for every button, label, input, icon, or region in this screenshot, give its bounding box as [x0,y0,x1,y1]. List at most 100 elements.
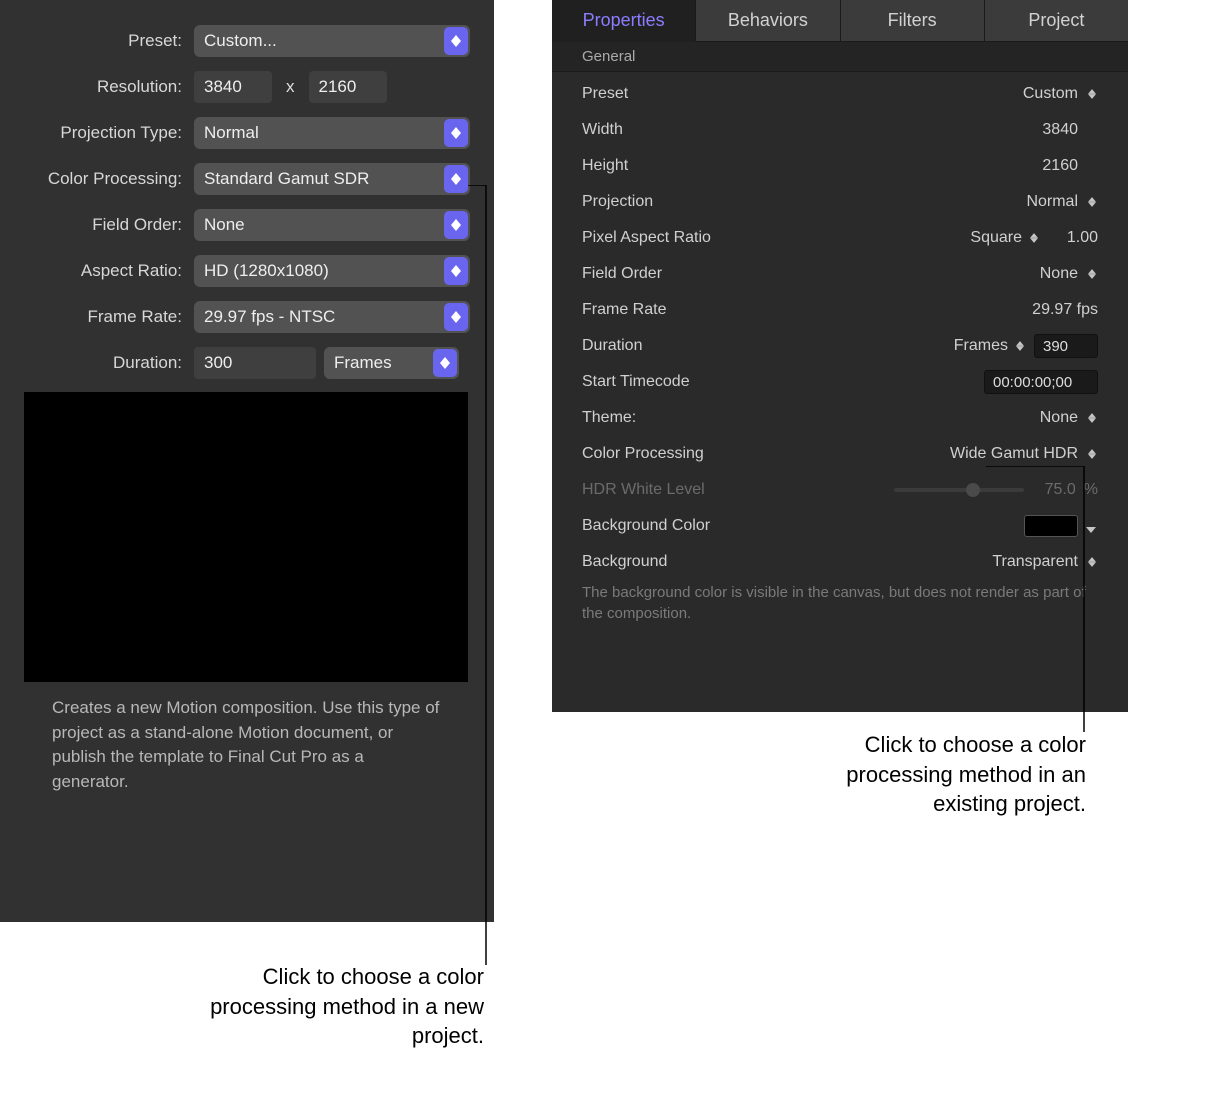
stepper-arrows-icon [444,211,468,239]
color-processing-popup[interactable]: Wide Gamut HDR [950,445,1098,463]
prop-value-text: Transparent [992,553,1078,571]
projection-type-value: Normal [204,123,259,143]
prop-label: Background [582,553,992,571]
prop-value-text: Normal [1026,193,1078,211]
width-value[interactable]: 3840 [1034,121,1078,139]
new-project-panel: Preset: Custom... Resolution: x Projecti… [0,0,494,922]
tab-behaviors[interactable]: Behaviors [696,0,840,42]
resolution-width-input[interactable] [194,71,272,103]
duration-unit-select[interactable]: Frames [324,347,459,379]
start-timecode-input[interactable] [984,370,1098,394]
prop-value-text: Custom [1023,85,1078,103]
duration-unit-value: Frames [334,353,392,373]
stepper-arrows-icon [1086,194,1098,210]
inspector-panel: Properties Behaviors Filters Project Gen… [552,0,1128,712]
aspect-ratio-label: Aspect Ratio: [24,261,194,281]
stepper-arrows-icon [1086,266,1098,282]
prop-value-text: None [1034,409,1078,427]
background-popup[interactable]: Transparent [992,553,1098,571]
prop-row-hdr-white-level: HDR White Level 75.0 % [552,472,1128,508]
section-header-general[interactable]: General [552,42,1128,72]
inspector-tab-bar: Properties Behaviors Filters Project [552,0,1128,42]
field-order-popup[interactable]: None [1034,265,1098,283]
aspect-ratio-select[interactable]: HD (1280x1080) [194,255,470,287]
aspect-ratio-value: HD (1280x1080) [204,261,329,281]
stepper-arrows-icon [1086,446,1098,462]
preset-label: Preset: [24,31,194,51]
prop-row-projection: Projection Normal [552,184,1128,220]
duration-value-input[interactable] [1034,334,1098,358]
stepper-arrows-icon [1086,410,1098,426]
stepper-arrows-icon [444,303,468,331]
color-processing-select[interactable]: Standard Gamut SDR [194,163,470,195]
prop-row-start-timecode: Start Timecode [552,364,1128,400]
prop-row-color-processing: Color Processing Wide Gamut HDR [552,436,1128,472]
prop-row-background: Background Transparent [552,544,1128,580]
prop-value-text: Square [970,229,1022,247]
field-order-select[interactable]: None [194,209,470,241]
par-number[interactable]: 1.00 [1048,229,1098,247]
resolution-height-input[interactable] [309,71,387,103]
hdr-white-level-slider [894,488,1024,492]
height-value[interactable]: 2160 [1034,157,1078,175]
prop-value-text: None [1034,265,1078,283]
frame-rate-value[interactable]: 29.97 fps [1018,301,1098,319]
color-processing-value: Standard Gamut SDR [204,169,369,189]
callout-right: Click to choose a color processing metho… [796,730,1086,819]
chevron-down-icon[interactable] [1086,520,1098,532]
prop-value-text: Frames [954,337,1008,355]
prop-row-pixel-aspect-ratio: Pixel Aspect Ratio Square 1.00 [552,220,1128,256]
hdr-white-level-value: 75.0 [1032,481,1076,499]
prop-row-height: Height 2160 [552,148,1128,184]
prop-row-width: Width 3840 [552,112,1128,148]
stepper-arrows-icon [1086,86,1098,102]
duration-input[interactable] [194,347,316,379]
projection-type-select[interactable]: Normal [194,117,470,149]
tab-properties[interactable]: Properties [552,0,696,42]
resolution-label: Resolution: [24,77,194,97]
color-processing-label: Color Processing: [24,169,194,189]
tab-filters[interactable]: Filters [841,0,985,42]
projection-popup[interactable]: Normal [1026,193,1098,211]
prop-label: Start Timecode [582,373,984,391]
background-color-swatch[interactable] [1024,515,1078,537]
prop-label: Height [582,157,1034,175]
par-popup[interactable]: Square [970,229,1040,247]
preset-popup[interactable]: Custom [1023,85,1098,103]
frame-rate-select[interactable]: 29.97 fps - NTSC [194,301,470,333]
prop-label: Projection [582,193,1026,211]
stepper-arrows-icon [433,349,457,377]
stepper-arrows-icon [444,165,468,193]
stepper-arrows-icon [444,257,468,285]
stepper-arrows-icon [1014,338,1026,354]
prop-row-background-color: Background Color [552,508,1128,544]
prop-label: Width [582,121,1034,139]
field-order-label: Field Order: [24,215,194,235]
canvas-preview [24,392,468,682]
prop-row-field-order: Field Order None [552,256,1128,292]
x-separator: x [280,77,301,97]
prop-label: Preset [582,85,1023,103]
tab-project[interactable]: Project [985,0,1128,42]
new-project-description: Creates a new Motion composition. Use th… [24,696,444,795]
field-order-value: None [204,215,245,235]
prop-label: Color Processing [582,445,950,463]
prop-row-preset: Preset Custom [552,76,1128,112]
duration-unit-popup[interactable]: Frames [954,337,1026,355]
frame-rate-label: Frame Rate: [24,307,194,327]
background-hint: The background color is visible in the c… [552,580,1128,636]
stepper-arrows-icon [1028,230,1040,246]
prop-label: Duration [582,337,954,355]
prop-row-duration: Duration Frames [552,328,1128,364]
preset-value: Custom... [204,31,277,51]
prop-label: Background Color [582,517,1024,535]
prop-label: Theme: [582,409,1034,427]
prop-label: Pixel Aspect Ratio [582,229,970,247]
slider-thumb [966,483,980,497]
theme-popup[interactable]: None [1034,409,1098,427]
frame-rate-value: 29.97 fps - NTSC [204,307,335,327]
prop-row-theme: Theme: None [552,400,1128,436]
prop-row-frame-rate: Frame Rate 29.97 fps [552,292,1128,328]
preset-select[interactable]: Custom... [194,25,470,57]
prop-value-text: Wide Gamut HDR [950,445,1078,463]
